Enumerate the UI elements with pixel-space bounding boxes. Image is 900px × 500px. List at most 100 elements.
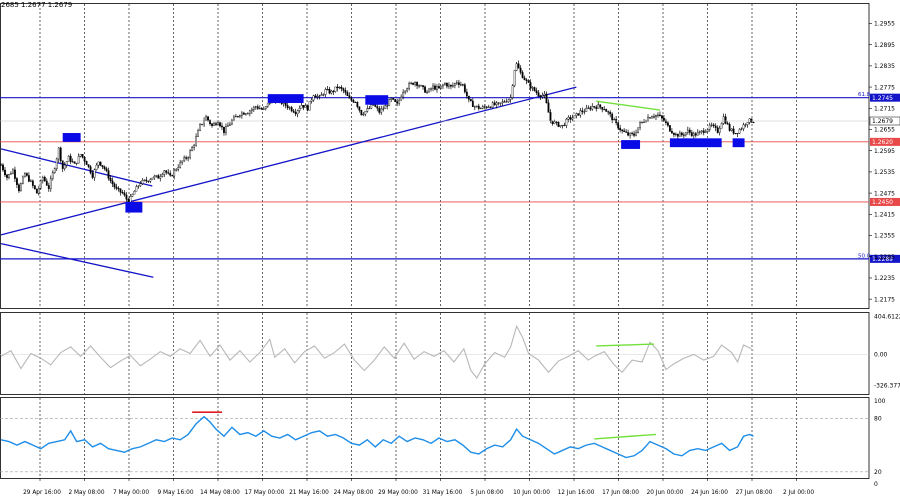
time-axis-label: 14 May 08:00 [200, 490, 240, 496]
candle-body [171, 175, 174, 177]
highlight-zone [669, 138, 722, 148]
candle-body [316, 96, 319, 98]
price-axis-label: 1.2175 [874, 296, 895, 303]
candle-body [730, 128, 733, 131]
candle-body [83, 157, 86, 162]
candle-body [499, 102, 502, 104]
candle-body [736, 133, 739, 135]
candle-body [651, 116, 653, 119]
cci-axis-label: 0.00 [874, 352, 888, 359]
candle-body [292, 110, 295, 113]
candle-body [149, 179, 152, 182]
candle-body [422, 85, 424, 88]
candle-body [111, 180, 114, 185]
candle-body [231, 119, 233, 125]
trend-line [0, 243, 154, 278]
candle-body [507, 99, 510, 102]
candle-body [191, 147, 194, 152]
time-axis-label: 2 May 08:00 [68, 490, 104, 496]
price-axis-label: 1.2235 [874, 275, 895, 282]
level-price-tag-label: 1.2620 [872, 139, 893, 146]
candle-body [211, 123, 213, 126]
candle-body [298, 108, 301, 111]
candle-body [266, 103, 269, 107]
candle-body [581, 110, 584, 113]
candle-body [710, 124, 713, 126]
candle-body [310, 99, 313, 102]
candle-body [215, 123, 217, 125]
candle-body [426, 91, 428, 93]
candle-body [113, 183, 116, 188]
candle-body [408, 83, 411, 89]
time-axis-label: 24 May 08:00 [334, 490, 374, 496]
candle-body [197, 130, 199, 137]
candle-body [635, 132, 637, 136]
candle-body [20, 183, 22, 192]
candle-body [91, 172, 94, 178]
candle-body [750, 118, 753, 123]
candle-body [35, 188, 38, 194]
candle-body [81, 154, 84, 158]
candle-body [27, 175, 30, 182]
candle-body [25, 173, 28, 176]
candle-body [237, 116, 239, 118]
candle-body [539, 95, 542, 97]
candle-body [463, 84, 466, 93]
candle-body [477, 105, 480, 109]
candle-body [252, 106, 255, 110]
highlight-zone [621, 140, 641, 149]
candle-body [420, 85, 422, 87]
candle-body [631, 132, 633, 134]
candle-body [79, 154, 82, 157]
candle-body [671, 131, 673, 134]
candle-body [175, 169, 178, 171]
candle-body [521, 72, 524, 79]
time-axis-label: 24 Jun 16:00 [691, 490, 728, 496]
candle-body [167, 172, 170, 174]
panel-frame [0, 3, 870, 309]
candle-body [235, 116, 237, 118]
candle-body [410, 82, 413, 84]
candle-body [432, 85, 434, 89]
candle-body [18, 184, 20, 192]
candle-body [374, 104, 377, 107]
candle-body [495, 102, 498, 106]
candle-body [440, 85, 442, 89]
candle-body [312, 95, 315, 101]
candle-body [583, 111, 586, 113]
candle-body [686, 129, 689, 133]
candle-body [748, 118, 751, 123]
candle-body [89, 166, 92, 174]
candle-body [223, 126, 225, 133]
candle-body [728, 124, 731, 131]
candle-body [123, 192, 126, 196]
candle-body [577, 113, 580, 116]
candle-body [724, 116, 727, 124]
candle-body [69, 155, 72, 162]
price-axis-label: 1.2475 [874, 190, 895, 197]
candle-body [346, 92, 349, 96]
candle-body [10, 173, 12, 175]
candle-body [189, 150, 192, 158]
candle-body [350, 98, 353, 101]
candle-body [119, 188, 122, 193]
candle-body [487, 106, 490, 108]
candle-body [135, 186, 138, 192]
candle-body [716, 127, 719, 133]
price-axis-label: 1.2355 [874, 233, 895, 240]
candle-body [531, 87, 534, 89]
candle-body [418, 85, 420, 87]
candle-body [39, 180, 42, 189]
candle-body [641, 121, 643, 123]
rsi-layer [0, 411, 869, 473]
candle-body [53, 168, 56, 173]
price-divergence-line [596, 100, 661, 111]
candle-body [181, 160, 184, 163]
candle-body [676, 133, 679, 137]
candle-body [593, 106, 596, 108]
candle-body [601, 107, 604, 110]
candle-body [617, 122, 620, 129]
candle-body [334, 86, 337, 92]
candle-body [199, 124, 201, 131]
price-layer: 1.2679 [0, 60, 900, 206]
